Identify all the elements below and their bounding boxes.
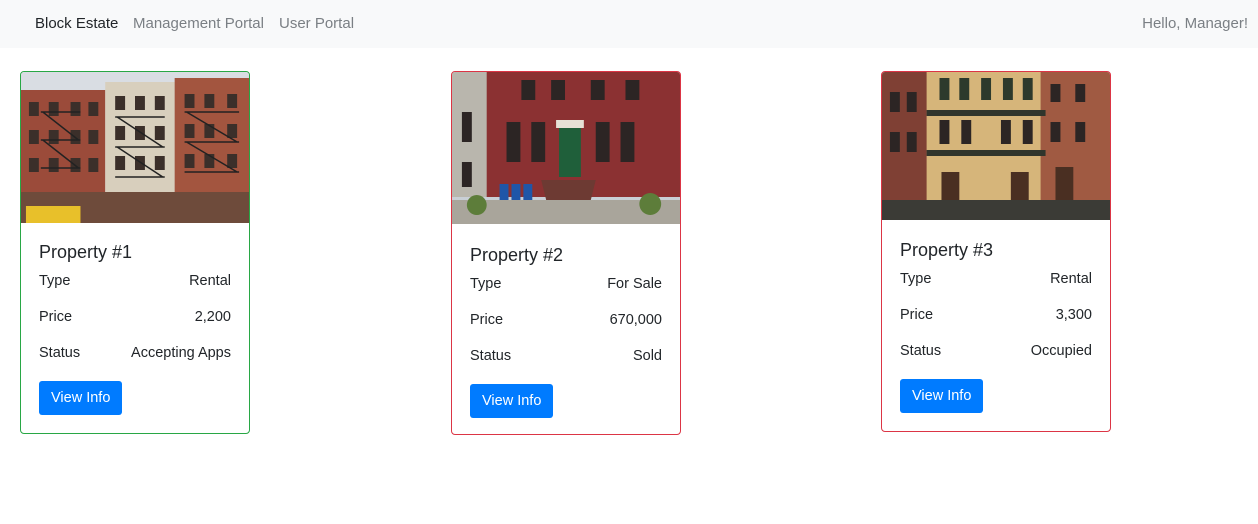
- property-price-row: Price 3,300: [900, 307, 1092, 343]
- price-value: 3,300: [1055, 307, 1092, 323]
- brand-link[interactable]: Block Estate: [35, 15, 118, 32]
- status-value: Accepting Apps: [131, 345, 231, 361]
- status-value: Sold: [632, 348, 662, 364]
- type-value: Rental: [189, 273, 231, 289]
- property-title: Property #1: [39, 242, 133, 262]
- nav-user-portal[interactable]: User Portal: [279, 15, 354, 32]
- property-card-2: Property #2 Type For Sale Price 670,000 …: [451, 71, 681, 435]
- type-value: Rental: [1050, 271, 1092, 287]
- user-greeting: Hello, Manager!: [1142, 15, 1248, 32]
- property-photo-2: [452, 72, 680, 224]
- price-label: Price: [900, 307, 934, 323]
- price-value: 2,200: [194, 309, 231, 325]
- property-type-row: Type Rental: [39, 273, 231, 309]
- price-label: Price: [39, 309, 73, 325]
- type-label: Type: [900, 271, 932, 287]
- view-info-button[interactable]: View Info: [470, 384, 554, 418]
- price-label: Price: [470, 312, 504, 328]
- property-status-row: Status Sold: [470, 348, 662, 384]
- status-label: Status: [39, 345, 81, 361]
- type-value: For Sale: [607, 276, 662, 292]
- view-info-button[interactable]: View Info: [39, 381, 123, 415]
- type-label: Type: [470, 276, 502, 292]
- property-price-row: Price 670,000: [470, 312, 662, 348]
- property-price-row: Price 2,200: [39, 309, 231, 345]
- property-status-row: Status Accepting Apps: [39, 345, 231, 381]
- property-photo-3: [882, 72, 1110, 220]
- top-navbar: Block Estate Management Portal User Port…: [0, 0, 1258, 48]
- status-label: Status: [470, 348, 512, 364]
- status-value: Occupied: [1030, 343, 1092, 359]
- property-card-3: Property #3 Type Rental Price 3,300 Stat…: [881, 71, 1111, 432]
- view-info-button[interactable]: View Info: [900, 379, 984, 413]
- property-status-row: Status Occupied: [900, 343, 1092, 379]
- nav-management-portal[interactable]: Management Portal: [133, 15, 264, 32]
- property-type-row: Type Rental: [900, 271, 1092, 307]
- property-title: Property #2: [470, 245, 564, 265]
- status-label: Status: [900, 343, 942, 359]
- property-photo-1: [21, 72, 249, 223]
- property-type-row: Type For Sale: [470, 276, 662, 312]
- price-value: 670,000: [609, 312, 662, 328]
- property-card-1: Property #1 Type Rental Price 2,200 Stat…: [20, 71, 250, 434]
- property-title: Property #3: [900, 240, 994, 260]
- type-label: Type: [39, 273, 71, 289]
